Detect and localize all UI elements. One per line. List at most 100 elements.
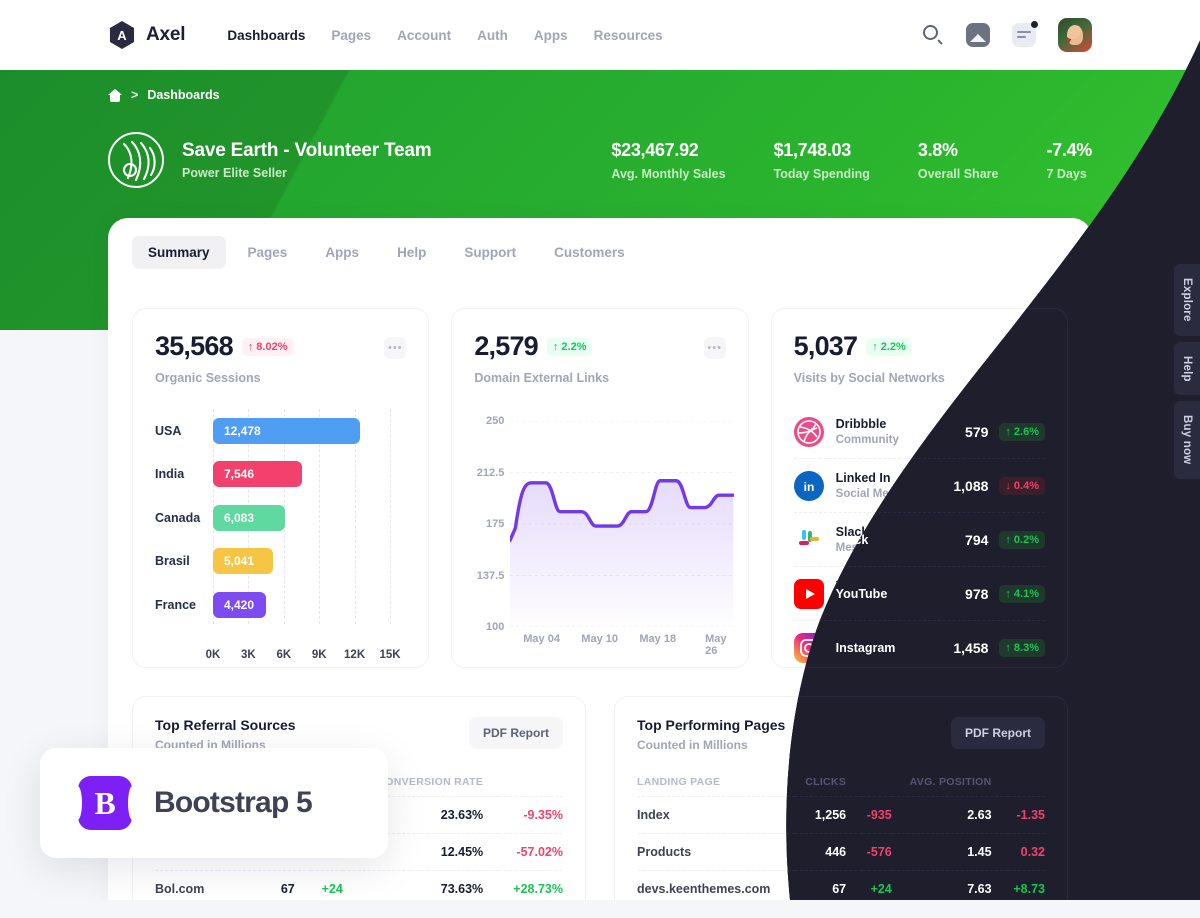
bar-label: France: [155, 597, 196, 612]
cell-position: 2.63: [892, 797, 1008, 834]
search-icon[interactable]: [922, 24, 944, 46]
bar-row-usa: USA 12,478: [155, 409, 412, 453]
chart-icon[interactable]: [966, 23, 990, 47]
cell-clicks-delta: -576: [862, 834, 892, 871]
x-tick: 0K: [205, 649, 221, 661]
bar: 4,420: [213, 592, 266, 618]
hero-stats: $23,467.92 Avg. Monthly Sales $1,748.03 …: [611, 140, 1092, 181]
x-tick: 9K: [311, 649, 327, 661]
avatar[interactable]: [1058, 18, 1092, 52]
home-icon[interactable]: [108, 89, 122, 102]
breadcrumb-current[interactable]: Dashboards: [147, 88, 219, 102]
stat-avg-monthly-sales: $23,467.92 Avg. Monthly Sales: [611, 140, 773, 181]
bar: 7,546: [213, 461, 302, 487]
list-item-value: 1,458: [953, 640, 989, 656]
stat-value: $1,748.03: [773, 139, 851, 160]
bar-label: Canada: [155, 510, 201, 525]
cell-clicks-delta: -935: [862, 797, 892, 834]
promo-card-bootstrap[interactable]: B Bootstrap 5: [40, 748, 388, 858]
arrow-up-icon: ↑: [872, 340, 878, 353]
nav-item-apps[interactable]: Apps: [534, 28, 568, 43]
area-chart-y-axis: 100 137.5 175 212.5 250: [470, 421, 504, 627]
arrow-up-icon: ↑: [1005, 587, 1011, 600]
list-item-delta: ↓ 0.4%: [999, 477, 1045, 495]
delta-value: 4.1%: [1013, 587, 1039, 600]
tab-apps[interactable]: Apps: [309, 236, 375, 269]
x-tick: 6K: [276, 649, 292, 661]
area-chart-x-axis: May 04 May 10 May 18 May 26: [510, 633, 733, 653]
stat-label: Today Spending: [773, 166, 870, 181]
x-tick: May 10: [581, 633, 619, 645]
cell-rate-delta: -57.02%: [499, 834, 563, 871]
list-item[interactable]: Instagram 1,458 ↑ 8.3%: [794, 621, 1045, 675]
tab-help[interactable]: Help: [381, 236, 442, 269]
y-tick: 100: [485, 621, 505, 633]
delta-value: 8.3%: [1013, 642, 1039, 654]
cell-clicks: 446: [795, 834, 862, 871]
card-menu-button[interactable]: •••: [384, 337, 406, 359]
stat-value: 3.8%: [917, 139, 958, 160]
side-tab-explore[interactable]: Explore: [1174, 264, 1200, 336]
delta-value: 0.4%: [1013, 479, 1039, 492]
col-position-delta: [1008, 768, 1045, 797]
x-tick: 3K: [241, 649, 256, 661]
nav-item-auth[interactable]: Auth: [477, 28, 508, 43]
cell-clicks: 1,256: [795, 797, 862, 834]
brand-logo[interactable]: A Axel: [108, 21, 185, 49]
col-clicks: CLICKS: [805, 776, 847, 788]
team-subtitle: Power Elite Seller: [182, 166, 287, 180]
brand-name: Axel: [146, 24, 186, 45]
table-row[interactable]: Bol.com 67 +24 73.63% +28.73%: [155, 871, 563, 908]
tab-customers[interactable]: Customers: [538, 236, 641, 269]
col-clicks-delta: [862, 768, 892, 797]
top-navbar: A Axel Dashboards Pages Account Auth App…: [0, 0, 1200, 70]
nav-item-pages[interactable]: Pages: [331, 28, 371, 43]
list-item-delta: ↑ 2.6%: [999, 423, 1045, 441]
cell-sessions-delta: +24: [311, 871, 343, 908]
side-tab-buy-now[interactable]: Buy now: [1174, 401, 1200, 479]
topbar-actions: [922, 18, 1092, 52]
x-tick: 15K: [379, 649, 401, 661]
team-logo-icon: [108, 132, 164, 188]
side-tabs: Explore Help Buy now: [1162, 264, 1200, 479]
side-tab-help[interactable]: Help: [1174, 341, 1200, 396]
stat-value: $23,467.92: [611, 139, 699, 160]
cell-position-delta: -1.35: [1008, 797, 1045, 834]
card-menu-button[interactable]: •••: [704, 337, 726, 359]
youtube-icon: [794, 579, 824, 609]
cell-page: devs.keenthemes.com: [637, 871, 795, 908]
bar-row-canada: Canada 6,083: [155, 496, 412, 540]
nav-item-resources[interactable]: Resources: [594, 28, 663, 43]
nav-item-dashboards[interactable]: Dashboards: [227, 28, 305, 43]
card-organic-sessions: 35,568 ↑ 8.02% Organic Sessions ••• USA …: [132, 308, 429, 668]
team-info: Save Earth - Volunteer Team Power Elite …: [182, 140, 431, 180]
team-title: Save Earth - Volunteer Team: [182, 140, 432, 161]
tab-support[interactable]: Support: [448, 236, 532, 269]
arrow-up-icon: ↑: [552, 340, 559, 353]
card-header: Top Referral Sources Counted in Millions…: [155, 717, 563, 752]
nav-item-account[interactable]: Account: [397, 28, 451, 43]
tab-summary[interactable]: Summary: [132, 236, 226, 269]
kpi-delta-value: 2.2%: [880, 340, 906, 353]
bar-row-brasil: Brasil 5,041: [155, 540, 412, 584]
area-chart: 100 137.5 175 212.5 250 May 04 May 10 Ma…: [470, 421, 733, 653]
pdf-report-button[interactable]: PDF Report: [469, 717, 563, 749]
notifications-icon[interactable]: [1012, 23, 1036, 47]
arrow-up-icon: ↑: [1005, 425, 1011, 438]
tab-pages[interactable]: Pages: [232, 236, 304, 269]
bar-label: USA: [155, 423, 182, 438]
notification-dot: [1031, 21, 1038, 28]
card-subtitle: Counted in Millions: [637, 738, 748, 752]
arrow-up-icon: ↑: [1005, 533, 1011, 546]
kpi-value: 2,579: [474, 331, 538, 361]
arrow-down-icon: ↓: [1005, 479, 1011, 492]
bar-row-india: India 7,546: [155, 453, 412, 497]
card-subtitle: Organic Sessions: [155, 371, 261, 385]
pdf-report-button[interactable]: PDF Report: [951, 717, 1045, 749]
brand-mark-icon: A: [108, 21, 136, 49]
cell-sessions: 67: [218, 871, 311, 908]
col-landing-page: LANDING PAGE: [637, 776, 721, 788]
col-rate-delta: [499, 768, 563, 797]
x-tick: May 04: [523, 633, 560, 645]
card-header: 2,579 ↑ 2.2% Domain External Links: [474, 331, 725, 385]
